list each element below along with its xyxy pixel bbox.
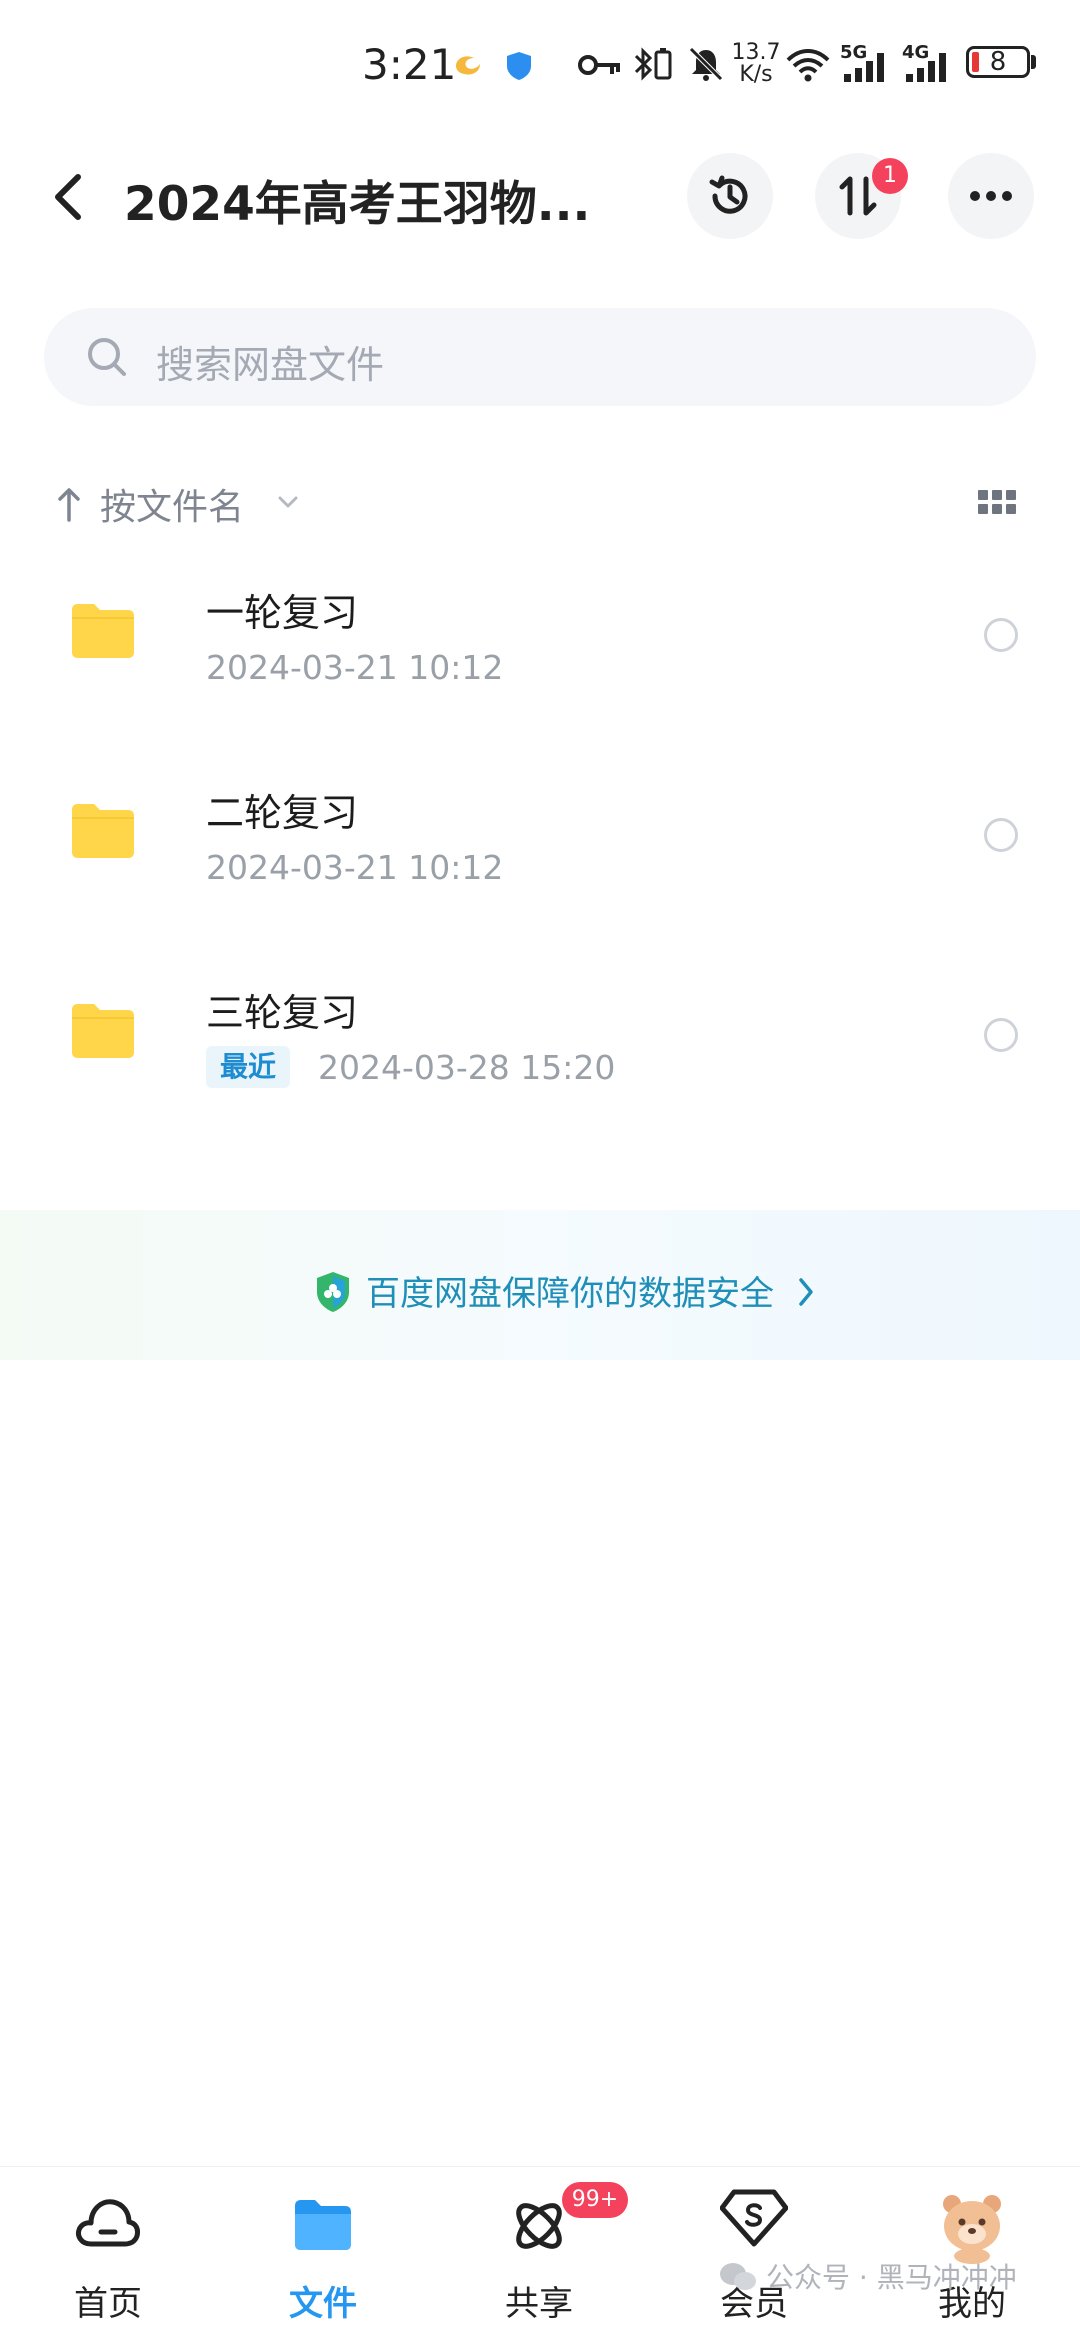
page-title: 2024年高考王羽物... xyxy=(124,177,591,232)
cloud-home-icon xyxy=(76,2199,140,2247)
network-speed: 13.7 K/s xyxy=(730,42,782,86)
list-item[interactable]: 二轮复习 2024-03-21 10:12 xyxy=(0,760,1080,960)
history-clock-icon xyxy=(709,175,748,214)
app-notification-icon xyxy=(456,56,480,75)
vpn-key-icon xyxy=(578,55,620,75)
battery-icon: 8 xyxy=(966,46,1030,78)
list-item[interactable]: 三轮复习 最近 2024-03-28 15:20 xyxy=(0,960,1080,1160)
wechat-icon xyxy=(720,2263,756,2290)
transfer-badge: 1 xyxy=(872,158,908,194)
network-speed-unit: K/s xyxy=(739,62,773,87)
battery-tip xyxy=(1031,55,1036,69)
grid-view-icon[interactable] xyxy=(978,490,1018,516)
select-checkbox[interactable] xyxy=(984,618,1018,652)
nav-vip[interactable]: 会员 xyxy=(694,2180,814,2324)
nav-files[interactable]: 文件 xyxy=(263,2180,383,2324)
select-checkbox[interactable] xyxy=(984,818,1018,852)
nav-label: 文件 xyxy=(289,2284,357,2324)
signal-4g-icon xyxy=(906,53,946,82)
signal-5g-icon xyxy=(844,53,884,82)
recent-tag: 最近 xyxy=(206,1046,291,1088)
list-item[interactable]: 一轮复习 2024-03-21 10:12 xyxy=(0,560,1080,760)
search-placeholder: 搜索网盘文件 xyxy=(156,343,385,387)
status-time: 3:21 xyxy=(362,40,457,89)
sort-arrow-up-icon xyxy=(58,488,80,522)
back-button[interactable] xyxy=(44,165,92,229)
network-speed-value: 13.7 xyxy=(731,40,781,65)
watermark-text: 公众号 · 黑马冲冲冲 xyxy=(766,2261,1017,2294)
vip-diamond-icon xyxy=(720,2189,788,2247)
nav-me[interactable]: 我的 xyxy=(912,2180,1032,2324)
folder-files-icon xyxy=(295,2200,351,2250)
chevron-right-icon xyxy=(799,1278,813,1306)
shield-notification-icon xyxy=(507,52,531,80)
more-button[interactable] xyxy=(948,153,1034,239)
file-date: 2024-03-21 10:12 xyxy=(206,648,504,687)
nav-label: 首页 xyxy=(74,2284,142,2324)
file-name: 二轮复习 xyxy=(206,791,359,835)
folder-icon xyxy=(72,604,134,658)
battery-level: 8 xyxy=(989,47,1007,77)
more-dots-icon xyxy=(970,191,1012,201)
folder-icon xyxy=(72,804,134,858)
folder-icon xyxy=(72,1004,134,1058)
chevron-down-icon xyxy=(278,496,298,508)
mute-bell-icon xyxy=(689,47,723,81)
share-orbit-icon xyxy=(516,2203,562,2249)
share-badge: 99+ xyxy=(562,2182,628,2218)
security-shield-icon xyxy=(317,1272,349,1312)
nav-label: 共享 xyxy=(505,2284,573,2324)
select-checkbox[interactable] xyxy=(984,1018,1018,1052)
security-banner-text: 百度网盘保障你的数据安全 xyxy=(366,1274,774,1314)
avatar xyxy=(943,2195,1001,2264)
history-button[interactable] xyxy=(687,153,773,239)
search-icon xyxy=(88,338,126,376)
file-date: 2024-03-21 10:12 xyxy=(206,848,504,887)
bluetooth-battery-icon xyxy=(634,47,672,81)
status-bar: 3:21 13.7 K/s 5G 4G 8 xyxy=(0,0,1080,130)
sort-label: 按文件名 xyxy=(100,487,245,528)
file-name: 一轮复习 xyxy=(206,591,359,635)
file-date: 2024-03-28 15:20 xyxy=(318,1048,616,1087)
nav-home[interactable]: 首页 xyxy=(48,2180,168,2324)
file-name: 三轮复习 xyxy=(206,991,359,1035)
chevron-left-icon xyxy=(55,174,81,220)
wifi-icon xyxy=(786,49,830,82)
